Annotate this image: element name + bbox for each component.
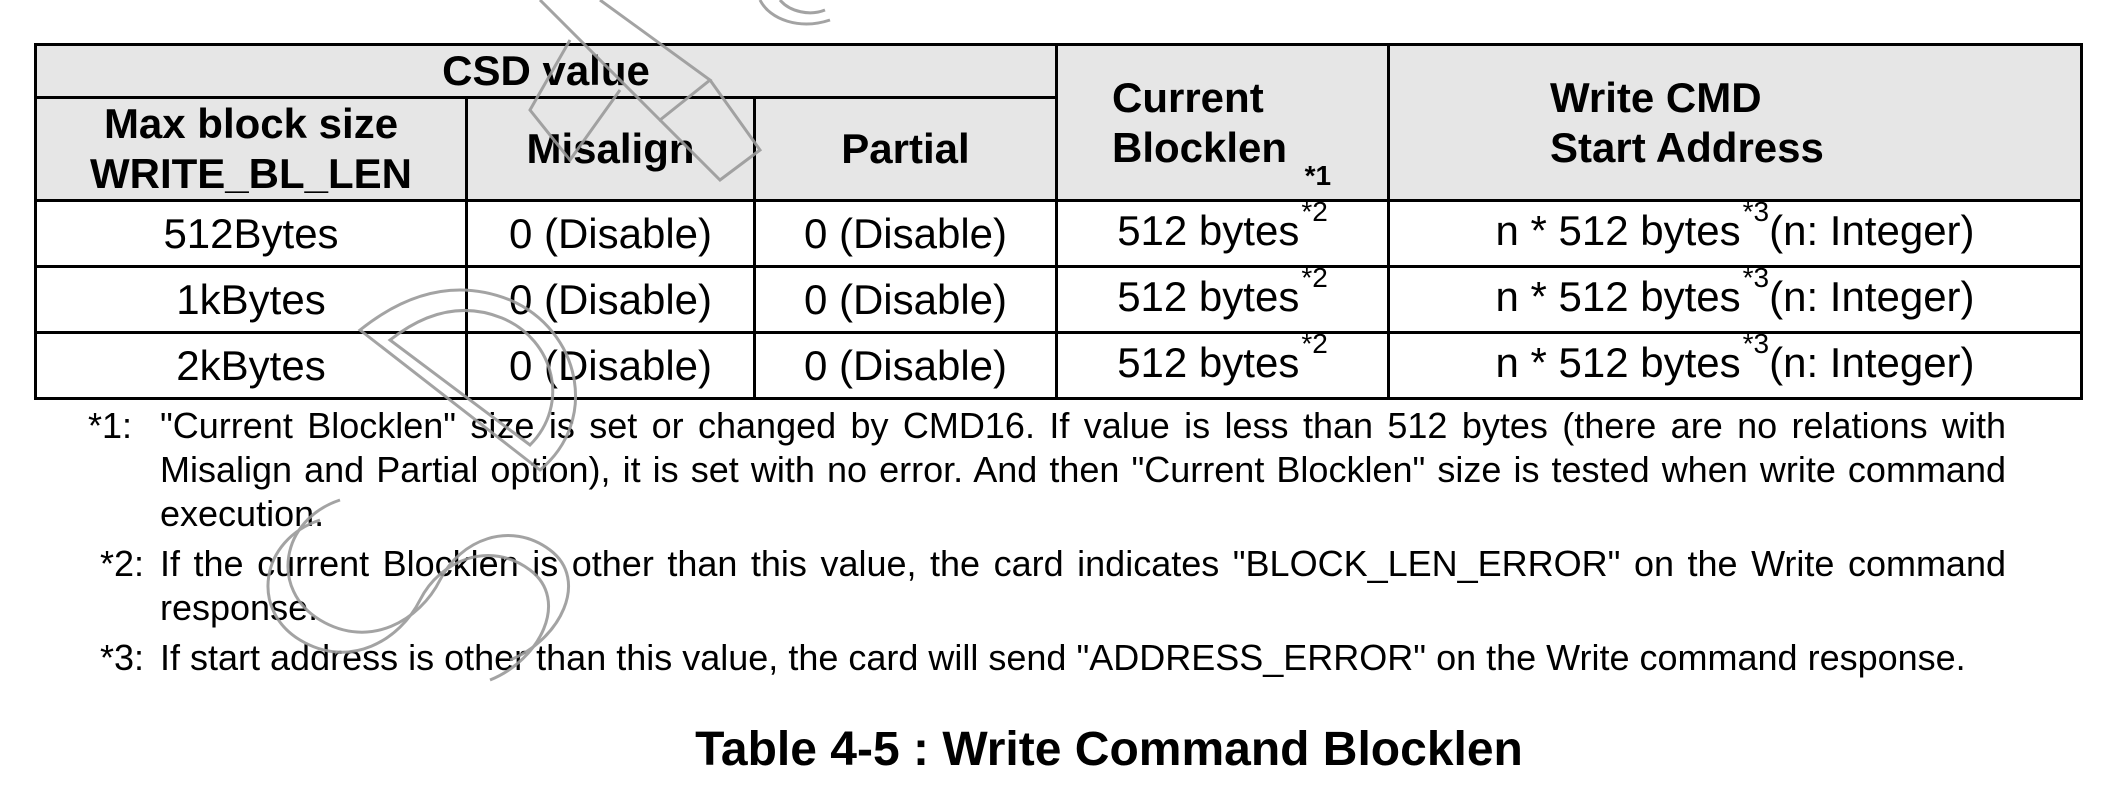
- start-address-value: n * 512 bytes: [1495, 273, 1741, 320]
- header-current-line1: Current: [1112, 73, 1264, 121]
- header-max-block-line2: WRITE_BL_LEN: [89, 150, 412, 197]
- current-blocklen-value: 512 bytes: [1117, 273, 1300, 320]
- cell-partial: 0 (Disable): [753, 265, 1058, 334]
- header-current-line2: Blocklen: [1112, 123, 1288, 171]
- header-current-note: *1: [1304, 159, 1332, 191]
- table-row: 512Bytes 0 (Disable) 0 (Disable) 512 byt…: [34, 196, 2083, 268]
- cell-misalign: 0 (Disable): [465, 265, 756, 334]
- footnote-marker: *2:: [100, 543, 145, 584]
- footnotes: *1: "Current Blocklen" size is set or ch…: [88, 404, 2006, 686]
- cell-start-address: n * 512 bytes*3(n: Integer): [1387, 262, 2083, 334]
- footnote-text: "Current Blocklen" size is set or change…: [160, 405, 2006, 534]
- footnote-text: If start address is other than this valu…: [160, 637, 1966, 678]
- table-row: 2kBytes 0 (Disable) 0 (Disable) 512 byte…: [34, 328, 2083, 400]
- start-address-suffix: (n: Integer): [1769, 273, 1975, 320]
- write-command-blocklen-table: CSD value Current Blocklen *1 Write CMD …: [34, 43, 2083, 400]
- start-address-suffix: (n: Integer): [1769, 339, 1975, 386]
- header-max-block-size: Max block size WRITE_BL_LEN: [34, 96, 468, 202]
- start-address-suffix: (n: Integer): [1769, 207, 1975, 254]
- current-blocklen-note: *2: [1301, 196, 1328, 227]
- start-address-value: n * 512 bytes: [1495, 207, 1741, 254]
- start-address-note: *3: [1742, 262, 1770, 293]
- header-current-blocklen: Current Blocklen *1: [1055, 43, 1390, 202]
- footnote-3: *3: If start address is other than this …: [88, 636, 2006, 680]
- cell-current-blocklen: 512 bytes*2: [1055, 196, 1390, 268]
- cell-partial: 0 (Disable): [753, 199, 1058, 268]
- cell-partial: 0 (Disable): [753, 331, 1058, 400]
- footnote-marker: *3:: [100, 637, 145, 678]
- header-write-line2: Start Address: [1550, 123, 1824, 171]
- cell-start-address: n * 512 bytes*3(n: Integer): [1387, 328, 2083, 400]
- cell-start-address: n * 512 bytes*3(n: Integer): [1387, 196, 2083, 268]
- header-write-cmd-start-address: Write CMD Start Address: [1387, 43, 2083, 202]
- header-partial: Partial: [753, 96, 1058, 202]
- header-write-line1: Write CMD: [1550, 73, 1762, 121]
- start-address-value: n * 512 bytes: [1495, 339, 1741, 386]
- current-blocklen-value: 512 bytes: [1117, 339, 1300, 386]
- cell-max-block-size: 1kBytes: [34, 265, 468, 334]
- cell-misalign: 0 (Disable): [465, 331, 756, 400]
- cell-max-block-size: 512Bytes: [34, 199, 468, 268]
- footnote-marker: *1:: [88, 405, 133, 446]
- table-caption: Table 4-5 : Write Command Blocklen: [695, 723, 1523, 776]
- current-blocklen-value: 512 bytes: [1117, 207, 1300, 254]
- cell-current-blocklen: 512 bytes*2: [1055, 262, 1390, 334]
- current-blocklen-note: *2: [1301, 262, 1328, 293]
- footnote-1: *1: "Current Blocklen" size is set or ch…: [88, 404, 2006, 536]
- cell-max-block-size: 2kBytes: [34, 331, 468, 400]
- current-blocklen-note: *2: [1301, 328, 1328, 359]
- cell-misalign: 0 (Disable): [465, 199, 756, 268]
- start-address-note: *3: [1742, 196, 1770, 227]
- header-max-block-line1: Max block size: [103, 100, 399, 147]
- start-address-note: *3: [1742, 328, 1770, 359]
- footnote-text: If the current Blocklen is other than th…: [160, 543, 2006, 628]
- footnote-2: *2: If the current Blocklen is other tha…: [88, 542, 2006, 630]
- table-row: 1kBytes 0 (Disable) 0 (Disable) 512 byte…: [34, 262, 2083, 334]
- header-csd-value: CSD value: [34, 43, 1058, 99]
- header-misalign: Misalign: [465, 96, 756, 202]
- cell-current-blocklen: 512 bytes*2: [1055, 328, 1390, 400]
